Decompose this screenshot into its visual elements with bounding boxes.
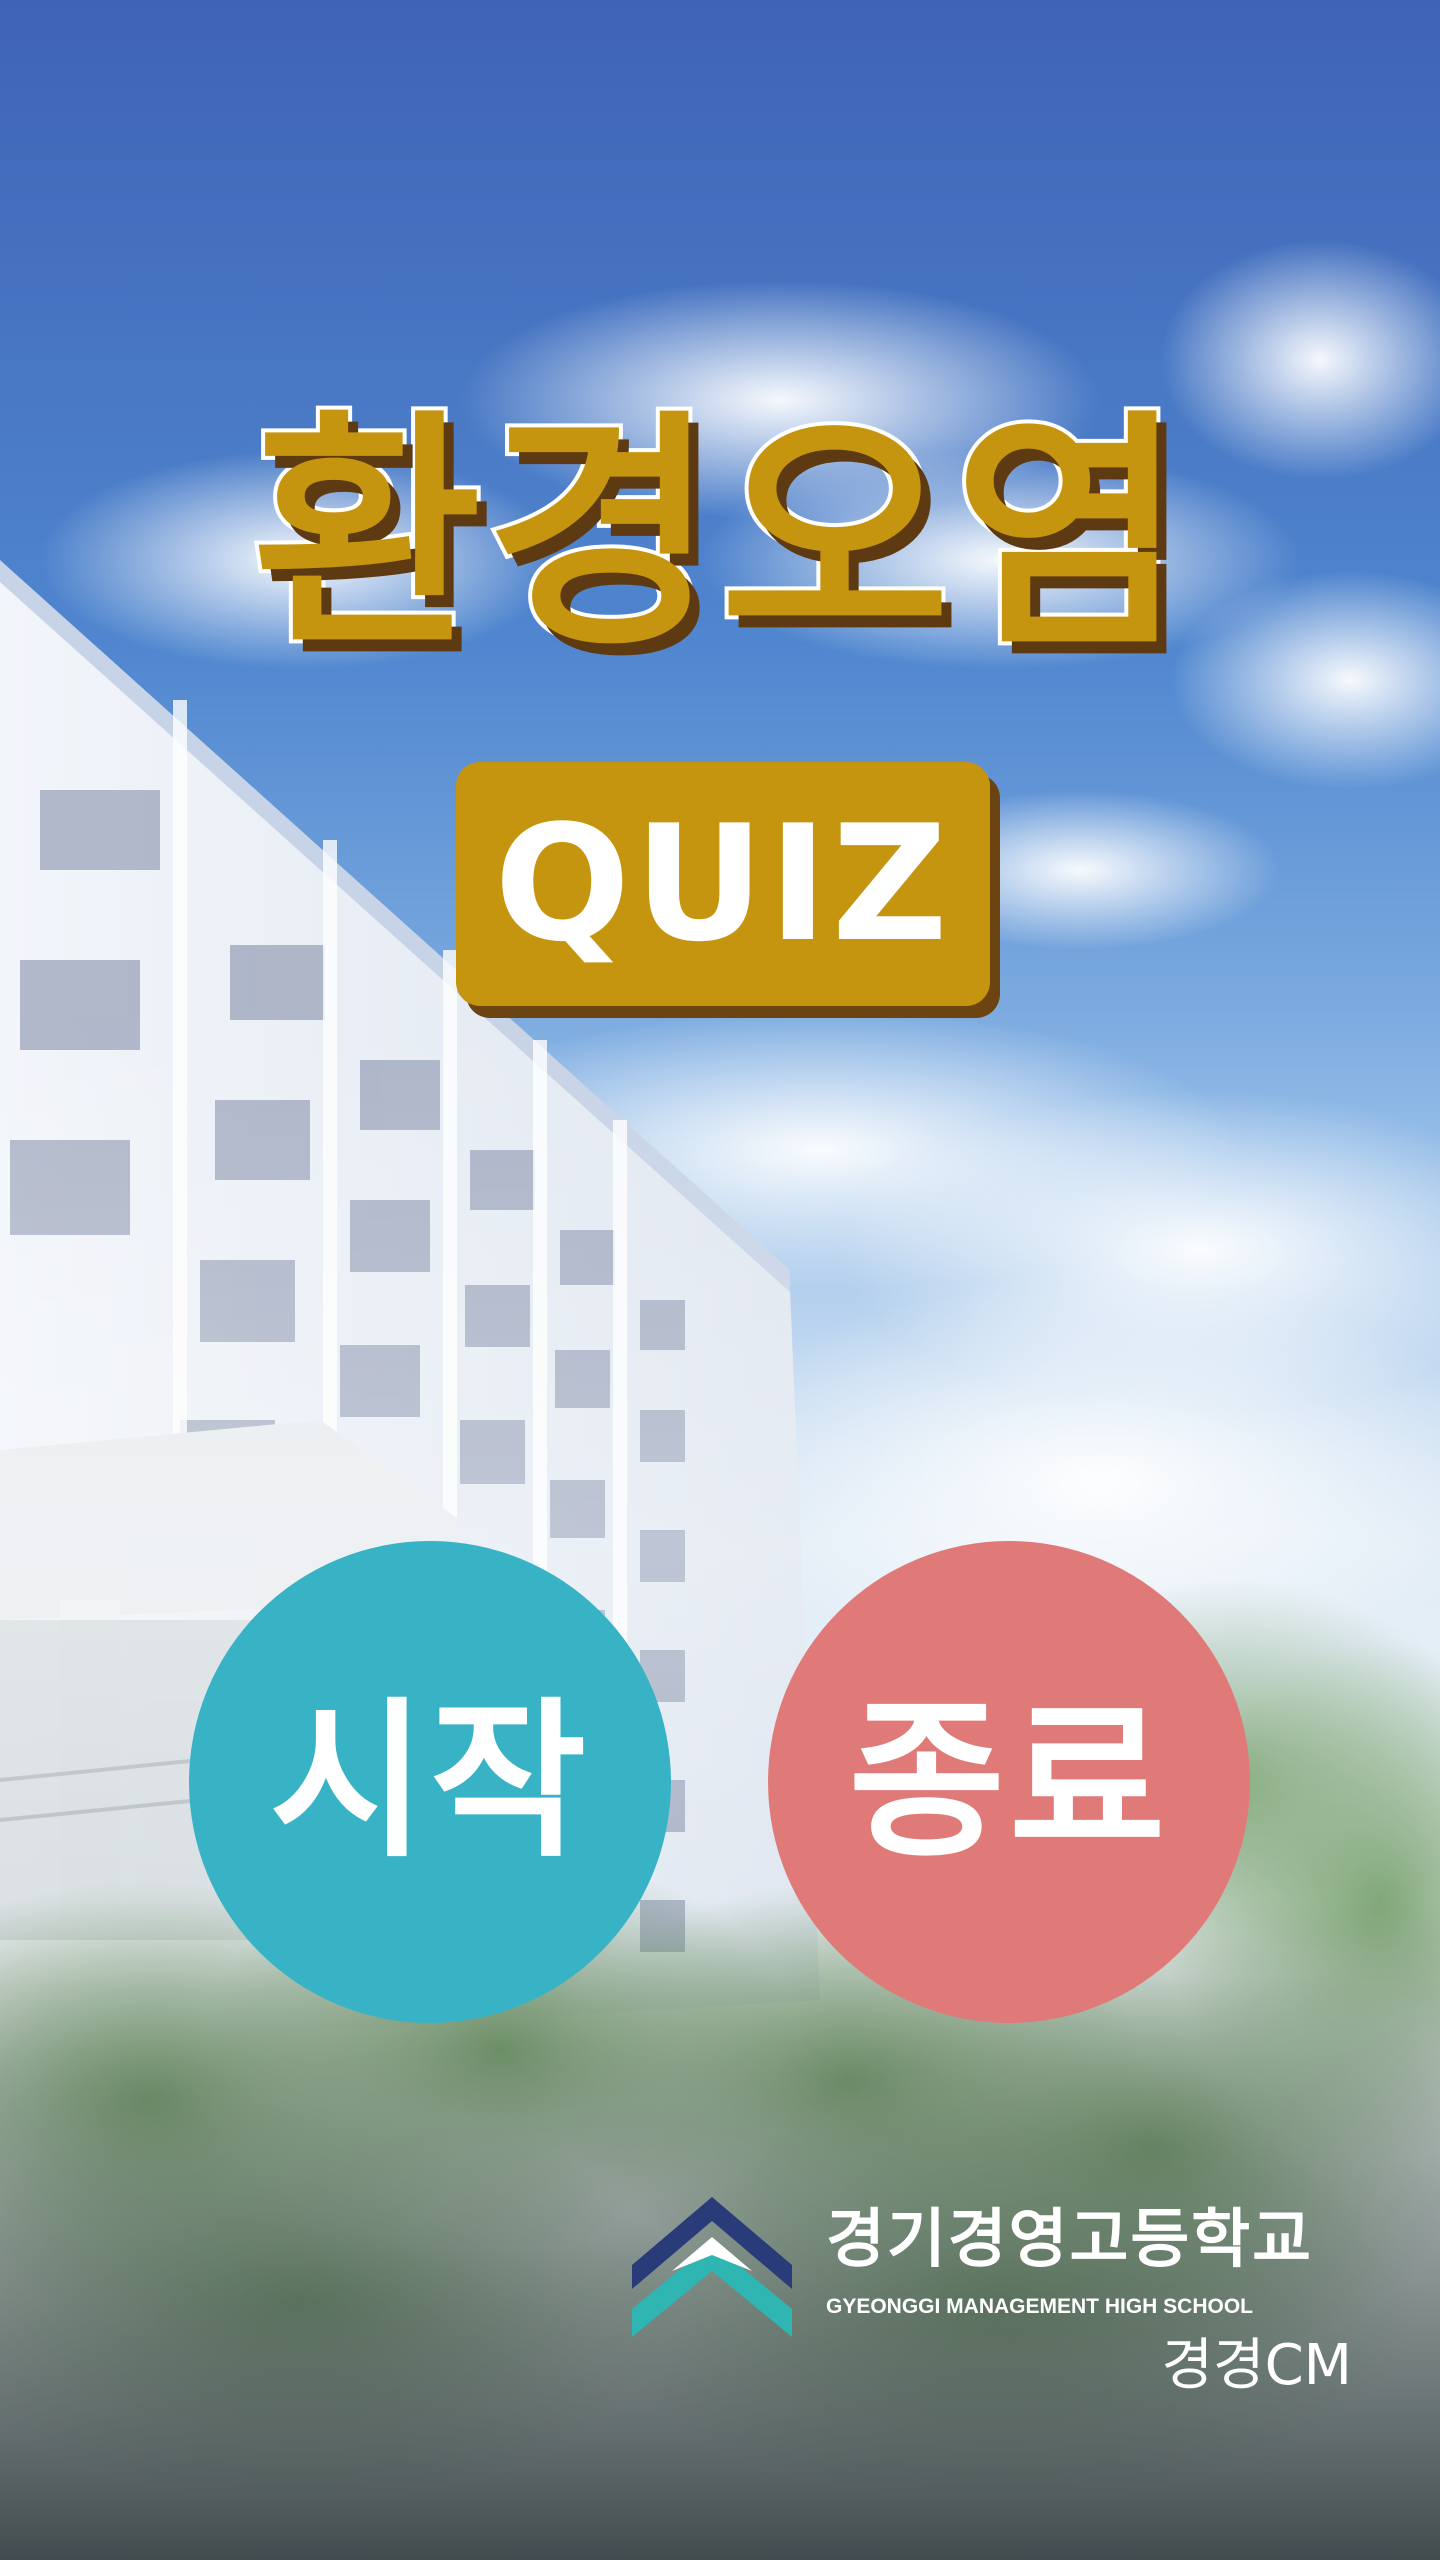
background-school-photo xyxy=(0,0,1440,2560)
school-name-korean: 경기경영고등학교 xyxy=(826,2203,1314,2277)
exit-button-label: 종료 xyxy=(848,1683,1170,1881)
quiz-badge: QUIZ xyxy=(456,762,990,1006)
page-title: 환경오염 xyxy=(248,389,1188,680)
school-name-english: GYEONGGI MANAGEMENT HIGH SCHOOL xyxy=(826,2295,1254,2318)
start-button-label: 시작 xyxy=(269,1683,591,1881)
start-button[interactable]: 시작 xyxy=(189,1541,671,2023)
exit-button[interactable]: 종료 xyxy=(768,1541,1250,2023)
brand-label: 경경CM xyxy=(1161,2333,1352,2398)
quiz-badge-label: QUIZ xyxy=(494,790,952,977)
school-logo-icon xyxy=(632,2197,792,2337)
